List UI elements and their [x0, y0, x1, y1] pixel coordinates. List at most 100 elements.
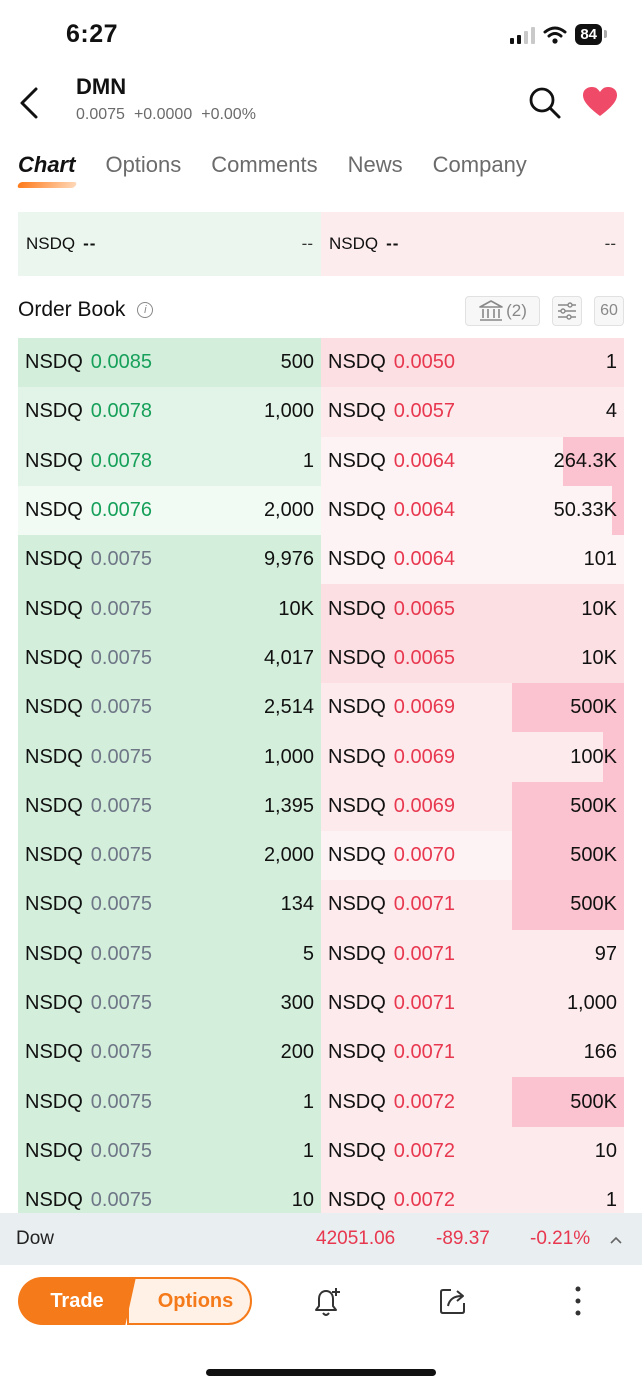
tab-company[interactable]: Company: [433, 152, 527, 178]
index-ticker-bar[interactable]: Dow 42051.06 -89.37 -0.21%: [0, 1213, 642, 1265]
index-name: Dow: [16, 1228, 55, 1249]
bid-price: 0.0085: [90, 351, 152, 374]
ask-price: 0.0065: [393, 646, 455, 669]
bid-price: 0.0075: [90, 696, 152, 719]
ask-size: 10K: [581, 597, 617, 620]
ask-exchange: NSDQ: [328, 351, 386, 374]
order-book-row: NSDQ 0.0075 5 NSDQ 0.0071 97: [18, 929, 624, 979]
bid-price: 0.0078: [90, 449, 152, 472]
ask-size: 1,000: [566, 992, 617, 1014]
bid-exchange: NSDQ: [25, 400, 83, 423]
ask-price: 0.0057: [393, 400, 455, 423]
ask-price: 0.0064: [393, 449, 455, 472]
ask-price: 0.0064: [393, 499, 455, 522]
ask-cell: NSDQ 0.0064 264.3K: [321, 436, 624, 486]
share-icon[interactable]: [438, 1286, 468, 1321]
bid-cell: NSDQ 0.0078 1: [18, 436, 321, 486]
cellular-signal-icon: [510, 26, 536, 44]
bid-cell: NSDQ 0.0075 300: [18, 978, 321, 1029]
tab-chart[interactable]: Chart: [18, 152, 75, 178]
chevron-up-icon[interactable]: [610, 1231, 622, 1248]
order-book-row: NSDQ 0.0076 2,000 NSDQ 0.0064 50.33K: [18, 485, 624, 536]
back-button[interactable]: [18, 86, 40, 126]
quote-line: 0.0075 +0.0000 +0.00%: [76, 106, 256, 124]
bid-cell: NSDQ 0.0075 1,395: [18, 781, 321, 831]
bank-icon: [479, 300, 503, 321]
bid-size: 1,000: [263, 745, 314, 768]
ask-size: 97: [594, 942, 617, 965]
bid-size: 1: [302, 449, 314, 472]
ask-exchange: NSDQ: [328, 745, 386, 768]
order-book-row: NSDQ 0.0075 10K NSDQ 0.0065 10K: [18, 584, 624, 634]
nbbo-ask-price: --: [386, 234, 400, 253]
ask-cell: NSDQ 0.0065 10K: [321, 584, 624, 634]
order-book-row: NSDQ 0.0075 1 NSDQ 0.0072 500K: [18, 1077, 624, 1127]
bid-cell: NSDQ 0.0075 134: [18, 880, 321, 930]
bid-cell: NSDQ 0.0075 1: [18, 1077, 321, 1127]
tab-comments[interactable]: Comments: [211, 152, 317, 178]
order-book-row: NSDQ 0.0085 500 NSDQ 0.0050 1: [18, 338, 624, 388]
ask-cell: NSDQ 0.0065 10K: [321, 633, 624, 684]
bid-exchange: NSDQ: [25, 597, 83, 620]
exchange-filter-button[interactable]: (2): [465, 296, 540, 326]
wifi-icon: [543, 26, 567, 44]
ask-price: 0.0069: [393, 745, 455, 768]
order-book-row: NSDQ 0.0075 300 NSDQ 0.0071 1,000: [18, 978, 624, 1029]
bid-price: 0.0075: [90, 1189, 152, 1212]
tab-news[interactable]: News: [348, 152, 403, 178]
tab-options[interactable]: Options: [105, 152, 181, 178]
trade-button[interactable]: Trade: [18, 1277, 136, 1325]
ask-size: 500K: [570, 844, 617, 867]
order-book-row: NSDQ 0.0078 1 NSDQ 0.0064 264.3K: [18, 436, 624, 486]
ask-price: 0.0071: [393, 942, 455, 965]
exchange-count: (2): [506, 301, 527, 320]
bid-cell: NSDQ 0.0075 1,000: [18, 732, 321, 782]
ask-exchange: NSDQ: [328, 794, 386, 817]
info-icon[interactable]: i: [137, 302, 154, 318]
ask-cell: NSDQ 0.0069 500K: [321, 683, 624, 733]
search-icon[interactable]: [528, 86, 562, 125]
nbbo-ask-exchange: NSDQ: [329, 234, 379, 253]
depth-level-button[interactable]: 60: [594, 296, 624, 326]
bid-price: 0.0076: [90, 499, 152, 522]
bid-exchange: NSDQ: [25, 745, 83, 768]
bid-exchange: NSDQ: [25, 548, 83, 571]
bid-price: 0.0075: [90, 548, 152, 571]
home-indicator: [206, 1369, 436, 1376]
price-alert-icon[interactable]: [312, 1286, 342, 1323]
bid-price: 0.0075: [90, 597, 152, 620]
bid-size: 1,395: [263, 794, 314, 817]
ask-size: 264.3K: [553, 449, 617, 472]
ask-cell: NSDQ 0.0070 500K: [321, 830, 624, 881]
ask-exchange: NSDQ: [328, 400, 386, 423]
options-button[interactable]: Options: [127, 1277, 252, 1325]
ask-price: 0.0065: [393, 597, 455, 620]
more-vertical-icon[interactable]: [566, 1284, 590, 1323]
bid-price: 0.0075: [90, 1041, 152, 1064]
ask-size: 166: [583, 1041, 617, 1064]
settings-button[interactable]: [552, 296, 582, 326]
nbbo-bid-exchange: NSDQ: [26, 234, 76, 253]
bid-exchange: NSDQ: [25, 844, 83, 867]
ask-cell: NSDQ 0.0072 500K: [321, 1077, 624, 1127]
ask-price: 0.0072: [393, 1090, 455, 1113]
bid-exchange: NSDQ: [25, 893, 83, 916]
bid-size: 4,017: [263, 646, 314, 669]
ask-size: 50.33K: [553, 499, 617, 522]
bid-cell: NSDQ 0.0075 4,017: [18, 633, 321, 684]
order-book-header: Order Book i: [18, 298, 154, 322]
order-book-title: Order Book: [18, 298, 126, 321]
ask-price: 0.0072: [393, 1139, 455, 1162]
ask-price: 0.0071: [393, 893, 455, 916]
bid-price: 0.0075: [90, 893, 152, 916]
bid-exchange: NSDQ: [25, 449, 83, 472]
bid-size: 10K: [278, 597, 314, 620]
ask-exchange: NSDQ: [328, 1041, 386, 1064]
bid-exchange: NSDQ: [25, 1139, 83, 1162]
ask-price: 0.0071: [393, 992, 455, 1014]
bid-cell: NSDQ 0.0075 2,514: [18, 683, 321, 733]
ask-price: 0.0069: [393, 696, 455, 719]
bid-size: 10: [291, 1189, 314, 1212]
favorite-heart-icon[interactable]: [582, 86, 618, 123]
order-book-row: NSDQ 0.0075 4,017 NSDQ 0.0065 10K: [18, 633, 624, 684]
